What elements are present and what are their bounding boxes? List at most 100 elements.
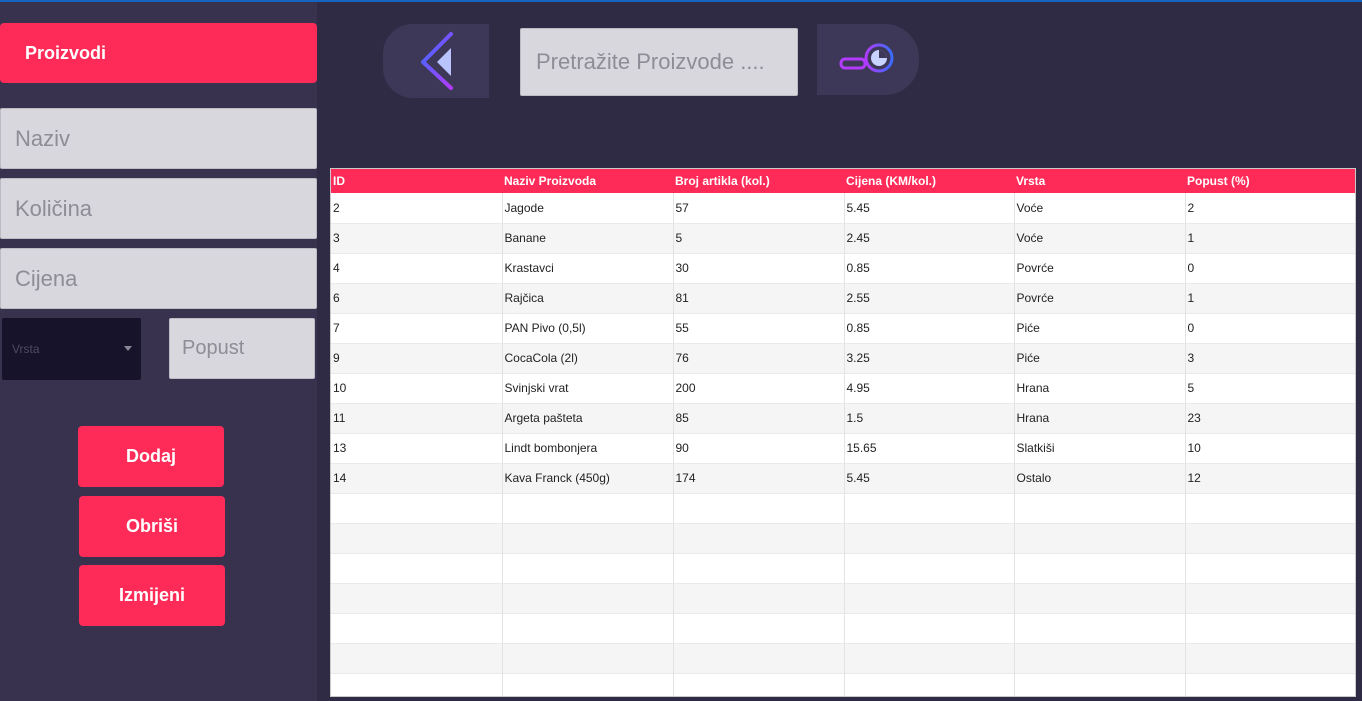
search-input[interactable]	[520, 28, 798, 96]
table-row[interactable]: 2 Jagode 57 5.45 Voće 2	[331, 193, 1355, 223]
table-row[interactable]: 13 Lindt bombonjera 90 15.65 Slatkiši 10	[331, 433, 1355, 463]
table-cell: Lindt bombonjera	[502, 433, 674, 463]
table-cell: Banane	[502, 223, 674, 253]
empty-table-row[interactable]	[331, 613, 1355, 643]
empty-table-row[interactable]	[331, 583, 1355, 613]
table-cell	[502, 583, 674, 613]
column-header-id[interactable]: ID	[331, 169, 502, 193]
table-cell	[1014, 553, 1186, 583]
column-header-broj[interactable]: Broj artikla (kol.)	[673, 169, 844, 193]
delete-button[interactable]: Obriši	[79, 496, 225, 557]
empty-table-row[interactable]	[331, 553, 1355, 583]
table-row[interactable]: 14 Kava Franck (450g) 174 5.45 Ostalo 12	[331, 463, 1355, 493]
table-row[interactable]: 4 Krastavci 30 0.85 Povrće 0	[331, 253, 1355, 283]
column-header-naziv[interactable]: Naziv Proizvoda	[502, 169, 673, 193]
table-cell	[1014, 493, 1186, 523]
table-cell: 174	[673, 463, 845, 493]
add-button[interactable]: Dodaj	[78, 426, 224, 487]
table-cell: 14	[331, 463, 503, 493]
table-header-row: ID Naziv Proizvoda Broj artikla (kol.) C…	[331, 169, 1355, 193]
table-cell	[502, 493, 674, 523]
table-cell: 0.85	[844, 313, 1015, 343]
table-cell: 3.25	[844, 343, 1015, 373]
table-cell	[1185, 553, 1355, 583]
table-cell: 2.55	[844, 283, 1015, 313]
table-row[interactable]: 7 PAN Pivo (0,5l) 55 0.85 Piće 0	[331, 313, 1355, 343]
products-title-button[interactable]: Proizvodi	[0, 23, 317, 83]
chevron-left-icon	[421, 32, 453, 90]
column-header-popust[interactable]: Popust (%)	[1185, 169, 1355, 193]
table-cell	[1014, 523, 1186, 553]
table-cell: 55	[673, 313, 845, 343]
table-cell: Kava Franck (450g)	[502, 463, 674, 493]
naziv-input[interactable]	[0, 108, 317, 169]
table-cell: 0	[1185, 253, 1355, 283]
table-cell: 10	[1185, 433, 1355, 463]
table-cell: Jagode	[502, 193, 674, 223]
table-cell: 5	[673, 223, 845, 253]
table-cell: 76	[673, 343, 845, 373]
table-cell: 11	[331, 403, 503, 433]
table-cell	[673, 493, 845, 523]
table-cell	[1014, 643, 1186, 673]
table-cell: 30	[673, 253, 845, 283]
table-cell: 2	[331, 193, 503, 223]
table-cell: 4	[331, 253, 503, 283]
table-cell	[1185, 493, 1355, 523]
back-button[interactable]	[383, 24, 489, 98]
table-cell	[502, 643, 674, 673]
table-row[interactable]: 6 Rajčica 81 2.55 Povrće 1	[331, 283, 1355, 313]
table-cell	[331, 613, 503, 643]
table-cell: Krastavci	[502, 253, 674, 283]
table-cell: 2	[1185, 193, 1355, 223]
popust-input[interactable]	[169, 318, 315, 379]
table-cell: 3	[1185, 343, 1355, 373]
table-cell: Voće	[1014, 223, 1186, 253]
column-header-vrsta[interactable]: Vrsta	[1014, 169, 1185, 193]
table-cell: CocaCola (2l)	[502, 343, 674, 373]
table-cell: 4.95	[844, 373, 1015, 403]
table-cell: Rajčica	[502, 283, 674, 313]
table-cell: 23	[1185, 403, 1355, 433]
empty-table-row[interactable]	[331, 643, 1355, 673]
products-table[interactable]: ID Naziv Proizvoda Broj artikla (kol.) C…	[330, 168, 1356, 697]
table-cell: Slatkiši	[1014, 433, 1186, 463]
table-cell: 1.5	[844, 403, 1015, 433]
table-cell: 1	[1185, 283, 1355, 313]
table-row[interactable]: 3 Banane 5 2.45 Voće 1	[331, 223, 1355, 253]
table-cell: 12	[1185, 463, 1355, 493]
empty-table-row[interactable]	[331, 493, 1355, 523]
table-cell: 85	[673, 403, 845, 433]
kolicina-input[interactable]	[0, 178, 317, 239]
empty-table-row[interactable]	[331, 673, 1355, 696]
table-cell	[331, 643, 503, 673]
table-cell	[331, 583, 503, 613]
table-cell	[1014, 673, 1186, 696]
vrsta-select[interactable]: Vrsta	[2, 318, 141, 380]
table-cell: 5.45	[844, 193, 1015, 223]
table-cell	[844, 553, 1015, 583]
table-cell	[502, 673, 674, 696]
cijena-input[interactable]	[0, 248, 317, 309]
empty-table-row[interactable]	[331, 523, 1355, 553]
table-cell	[1014, 583, 1186, 613]
table-cell	[1014, 613, 1186, 643]
table-cell: 0.85	[844, 253, 1015, 283]
search-button[interactable]	[817, 24, 919, 95]
table-cell: Voće	[1014, 193, 1186, 223]
table-cell	[1185, 583, 1355, 613]
table-row[interactable]: 10 Svinjski vrat 200 4.95 Hrana 5	[331, 373, 1355, 403]
edit-button[interactable]: Izmijeni	[79, 565, 225, 626]
table-cell	[844, 583, 1015, 613]
column-header-cijena[interactable]: Cijena (KM/kol.)	[844, 169, 1014, 193]
table-row[interactable]: 9 CocaCola (2l) 76 3.25 Piće 3	[331, 343, 1355, 373]
table-cell	[673, 613, 845, 643]
table-cell: 2.45	[844, 223, 1015, 253]
table-cell	[331, 553, 503, 583]
table-cell	[1185, 643, 1355, 673]
table-cell: 7	[331, 313, 503, 343]
table-cell: 1	[1185, 223, 1355, 253]
table-cell	[844, 523, 1015, 553]
table-row[interactable]: 11 Argeta pašteta 85 1.5 Hrana 23	[331, 403, 1355, 433]
table-cell: PAN Pivo (0,5l)	[502, 313, 674, 343]
